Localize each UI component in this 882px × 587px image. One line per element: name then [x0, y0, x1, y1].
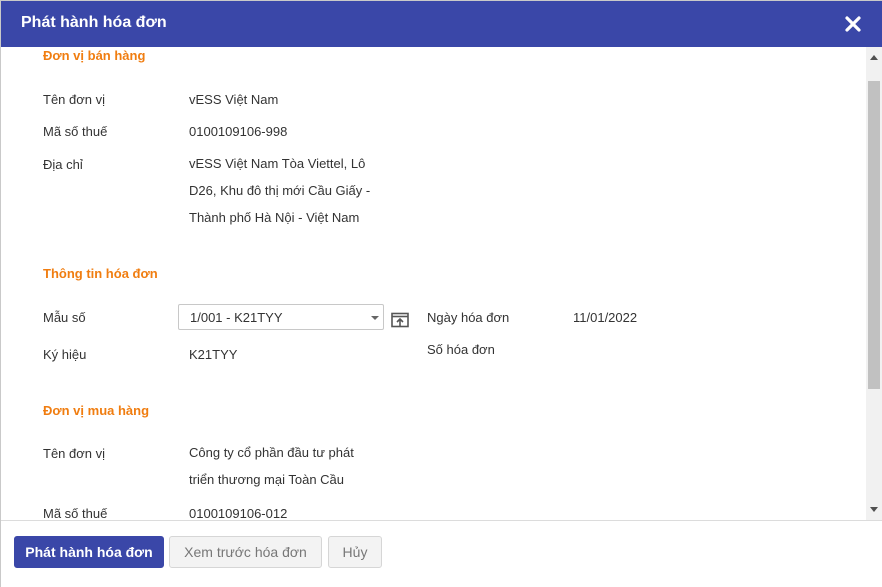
vertical-scrollbar[interactable]	[866, 47, 882, 520]
seller-name-value: vESS Việt Nam	[189, 92, 279, 107]
seller-address-line-2: D26, Khu đô thị mới Cầu Giấy -	[189, 183, 371, 198]
invoice-number-label: Số hóa đơn	[427, 342, 495, 357]
seller-name-label: Tên đơn vị	[43, 92, 105, 107]
chevron-down-icon	[371, 316, 379, 320]
invoice-date-label: Ngày hóa đơn	[427, 310, 510, 325]
scroll-up-icon[interactable]	[870, 55, 878, 60]
dialog-footer: Phát hành hóa đơn Xem trước hóa đơn Hủy	[1, 520, 882, 587]
cancel-button[interactable]: Hủy	[328, 536, 382, 568]
preview-invoice-button[interactable]: Xem trước hóa đơn	[169, 536, 322, 568]
dialog-body: Đơn vị bán hàng Tên đơn vị vESS Việt Nam…	[1, 47, 866, 520]
close-icon[interactable]	[844, 15, 862, 33]
seller-section-title: Đơn vị bán hàng	[43, 48, 146, 63]
scrollbar-thumb[interactable]	[868, 81, 880, 389]
symbol-label: Ký hiệu	[43, 347, 87, 362]
invoice-section-title: Thông tin hóa đơn	[43, 266, 158, 281]
template-select-value: 1/001 - K21TYY	[190, 310, 283, 325]
scroll-down-icon[interactable]	[870, 507, 878, 512]
seller-tax-value: 0100109106-998	[189, 124, 288, 139]
publish-invoice-button[interactable]: Phát hành hóa đơn	[14, 536, 164, 568]
buyer-name-label: Tên đơn vị	[43, 446, 105, 461]
buyer-tax-value: 0100109106-012	[189, 506, 288, 520]
open-picker-icon[interactable]	[391, 312, 409, 328]
buyer-name-line-1: Công ty cổ phần đầu tư phát	[189, 445, 354, 460]
seller-address-label: Địa chỉ	[43, 157, 83, 172]
invoice-date-value: 11/01/2022	[573, 310, 638, 325]
seller-address-line-1: vESS Việt Nam Tòa Viettel, Lô	[189, 156, 366, 171]
template-label: Mẫu số	[43, 310, 86, 325]
dialog-title: Phát hành hóa đơn	[21, 14, 167, 31]
publish-invoice-dialog: Phát hành hóa đơn Đơn vị bán hàng Tên đơ…	[0, 0, 882, 587]
buyer-tax-label: Mã số thuế	[43, 506, 108, 520]
seller-address-line-3: Thành phố Hà Nội - Việt Nam	[189, 210, 360, 225]
dialog-header: Phát hành hóa đơn	[1, 1, 882, 47]
symbol-value: K21TYY	[189, 347, 238, 362]
buyer-section-title: Đơn vị mua hàng	[43, 403, 150, 418]
buyer-name-line-2: triển thương mại Toàn Cầu	[189, 472, 345, 487]
seller-tax-label: Mã số thuế	[43, 124, 108, 139]
template-select[interactable]: 1/001 - K21TYY	[178, 304, 384, 330]
